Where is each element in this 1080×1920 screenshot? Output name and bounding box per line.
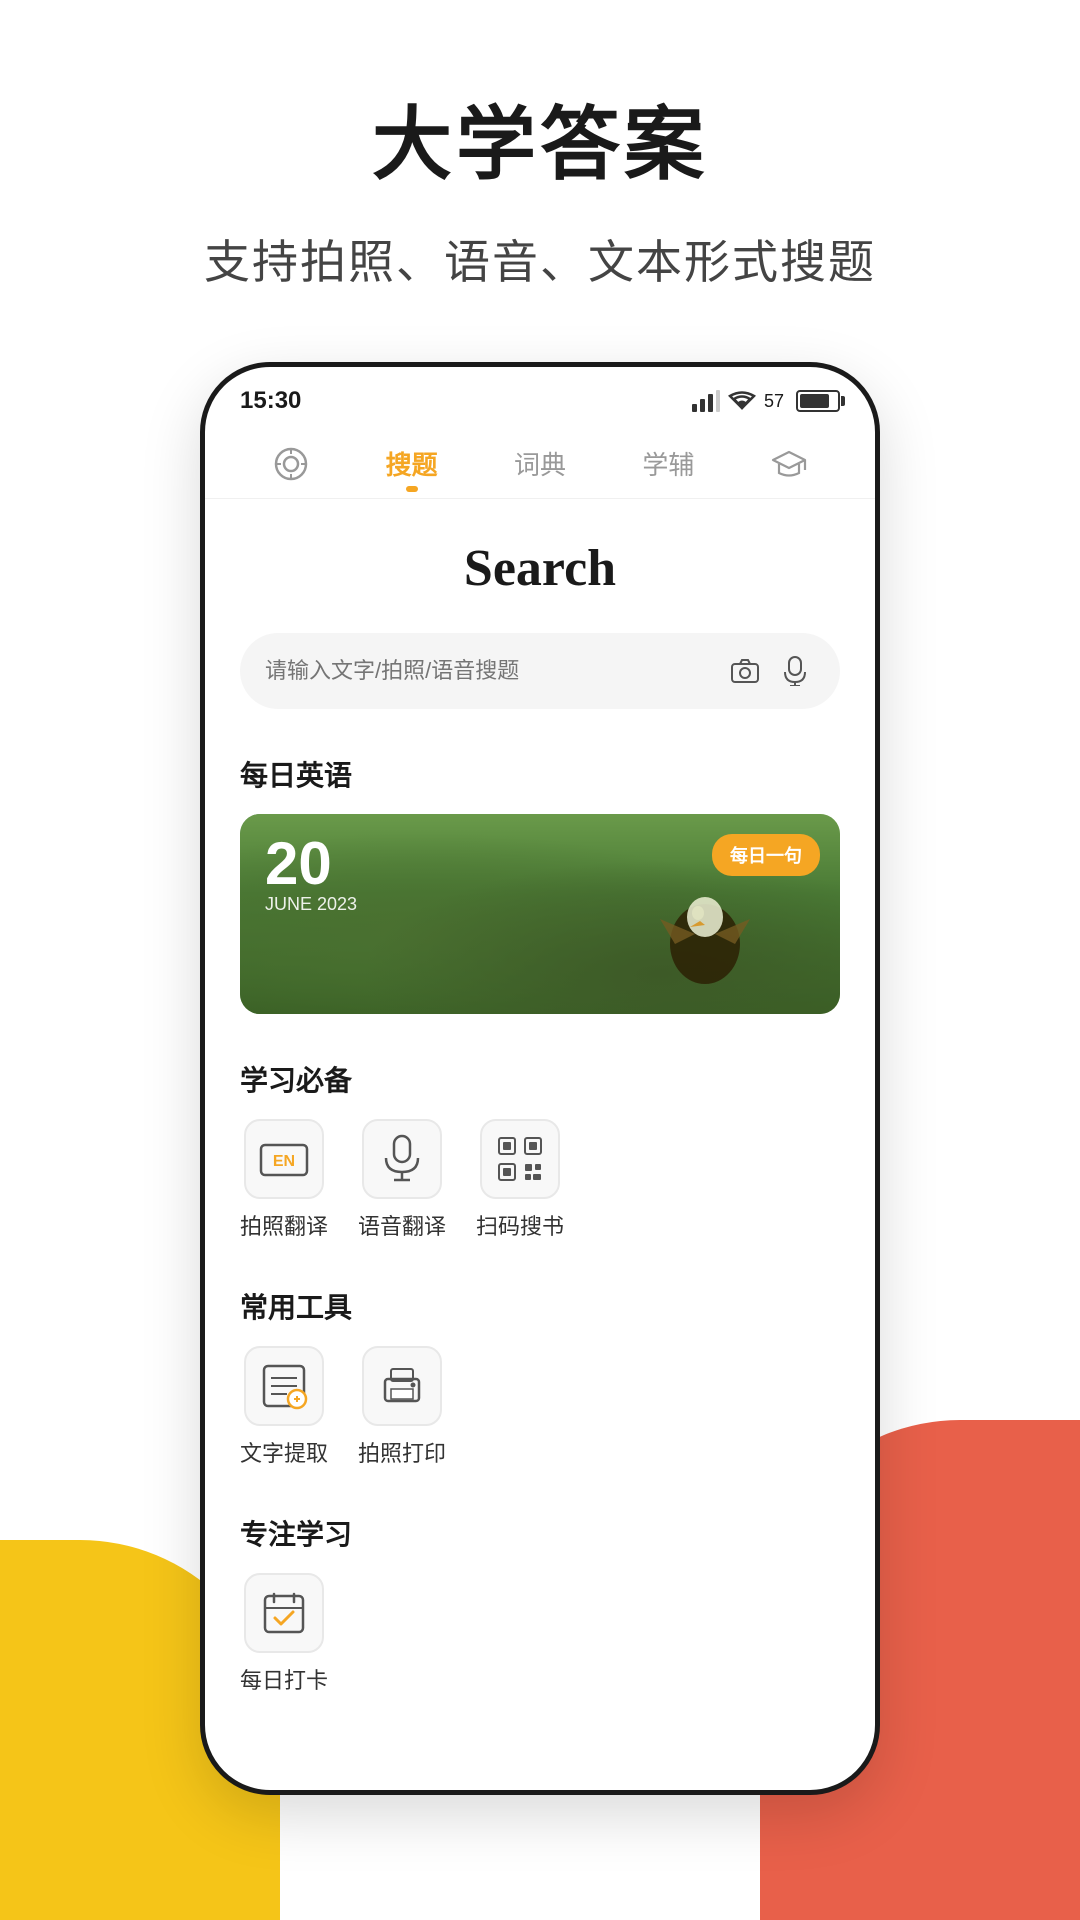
photo-translate-icon: EN [244, 1119, 324, 1199]
phone-mockup: 15:30 57 [200, 362, 880, 1795]
tool-photo-translate[interactable]: EN 拍照翻译 [240, 1119, 328, 1241]
tool-scan-search[interactable]: 扫码搜书 [476, 1119, 564, 1241]
daily-badge: 每日一句 [712, 834, 820, 876]
mic-search-icon[interactable] [775, 651, 815, 691]
tool-voice-translate[interactable]: 语音翻译 [358, 1119, 446, 1241]
tab-search-label: 搜题 [386, 445, 438, 482]
daily-english-card[interactable]: 20 JUNE 2023 每日一句 [240, 814, 840, 1014]
graduate-icon [771, 446, 807, 482]
daily-checkin-icon [244, 1573, 324, 1653]
card-date-num: 20 [265, 834, 357, 894]
camera-search-icon[interactable] [725, 651, 765, 691]
card-date-block: 20 JUNE 2023 [265, 834, 357, 915]
battery-text: 57 [764, 391, 784, 412]
tool-photo-print[interactable]: 拍照打印 [358, 1346, 446, 1468]
battery-icon [796, 390, 840, 412]
status-bar: 15:30 57 [205, 367, 875, 425]
photo-print-label: 拍照打印 [358, 1436, 446, 1468]
study-tools-grid: EN 拍照翻译 语音翻译 [240, 1119, 840, 1241]
photo-translate-label: 拍照翻译 [240, 1209, 328, 1241]
voice-translate-label: 语音翻译 [358, 1209, 446, 1241]
app-title: 大学答案 [372, 80, 708, 196]
tab-graduate[interactable] [751, 436, 827, 498]
scan-search-icon [480, 1119, 560, 1199]
card-date-sub: JUNE 2023 [265, 894, 357, 915]
photo-print-icon [362, 1346, 442, 1426]
status-time: 15:30 [240, 387, 301, 415]
study-tools-section-title: 学习必备 [240, 1059, 840, 1099]
common-tools-grid: 文字提取 拍照打印 [240, 1346, 840, 1468]
tool-text-extract[interactable]: 文字提取 [240, 1346, 328, 1468]
svg-text:EN: EN [273, 1153, 295, 1170]
tab-dict-label: 词典 [514, 445, 566, 482]
status-icons: 57 [692, 390, 840, 412]
text-extract-icon [244, 1346, 324, 1426]
focus-study-section-title: 专注学习 [240, 1513, 840, 1553]
daily-checkin-label: 每日打卡 [240, 1663, 328, 1695]
text-extract-label: 文字提取 [240, 1436, 328, 1468]
search-bar[interactable] [240, 633, 840, 709]
daily-english-section-title: 每日英语 [240, 754, 840, 794]
tab-tutor-label: 学辅 [642, 445, 694, 482]
app-subtitle: 支持拍照、语音、文本形式搜题 [204, 226, 876, 292]
common-tools-section-title: 常用工具 [240, 1286, 840, 1326]
nav-tabs: 搜题 词典 学辅 [205, 425, 875, 499]
tab-tutor[interactable]: 学辅 [622, 435, 714, 498]
camera-nav-icon [273, 446, 309, 482]
focus-study-grid: 每日打卡 [240, 1573, 840, 1695]
tab-search[interactable]: 搜题 [366, 435, 458, 498]
tab-camera[interactable] [253, 436, 329, 498]
tool-daily-checkin[interactable]: 每日打卡 [240, 1573, 328, 1695]
scan-search-label: 扫码搜书 [476, 1209, 564, 1241]
signal-icon [692, 390, 720, 412]
voice-translate-icon [362, 1119, 442, 1199]
wifi-icon [728, 390, 756, 412]
search-title: Search [240, 539, 840, 598]
eagle-icon [640, 884, 760, 1004]
tab-dict[interactable]: 词典 [494, 435, 586, 498]
search-input[interactable] [265, 658, 715, 684]
main-content: Search [205, 499, 875, 1790]
